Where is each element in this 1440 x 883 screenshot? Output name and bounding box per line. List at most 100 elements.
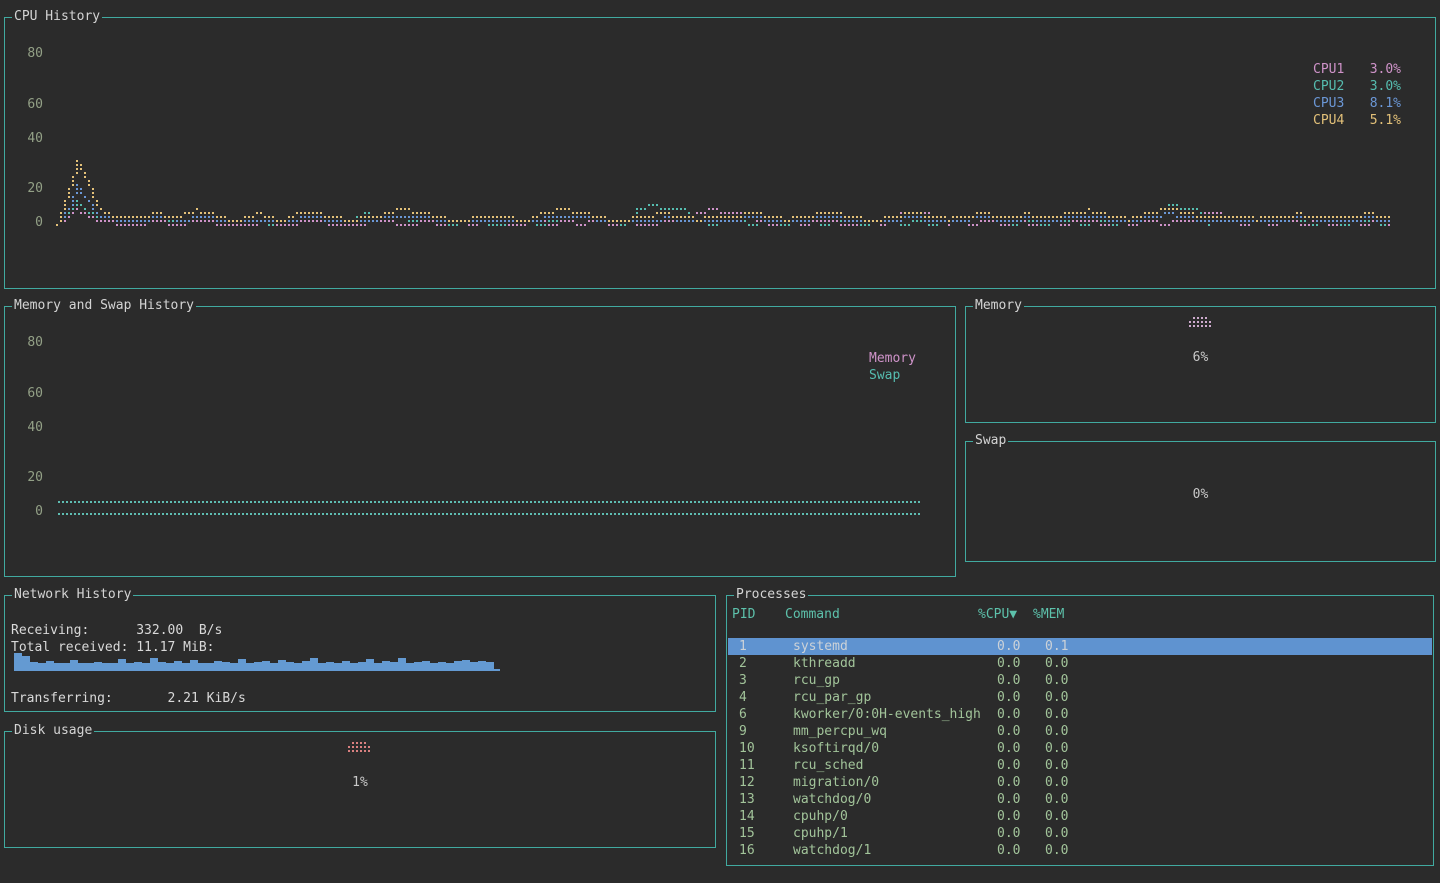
cpu-legend-value: 8.1% — [1370, 95, 1401, 112]
disk-gauge-icon — [348, 742, 372, 754]
cpu-legend-item: CPU1 3.0% — [1313, 61, 1401, 78]
y-tick-label: 80 — [13, 45, 43, 62]
memswap-history-graph — [58, 347, 922, 517]
column-header-pid[interactable]: PID — [732, 606, 755, 623]
process-pid: 3 — [739, 672, 747, 689]
column-header-mem[interactable]: %MEM — [1033, 606, 1064, 623]
process-command: kworker/0:0H-events_high — [793, 706, 981, 723]
process-mem: 0.0 — [1045, 706, 1068, 723]
memory-usage-value: 6% — [966, 349, 1435, 366]
process-mem: 0.0 — [1045, 825, 1068, 842]
memswap-legend-item: Swap — [869, 367, 916, 384]
process-mem: 0.0 — [1045, 689, 1068, 706]
memswap-history-title: Memory and Swap History — [12, 298, 196, 313]
cpu-legend-label: CPU4 — [1313, 112, 1344, 129]
column-header-cpu-sort-desc[interactable]: %CPU▼ — [978, 606, 1017, 623]
cpu-history-panel: CPU History 020406080 CPU13.0%CPU23.0%CP… — [4, 17, 1436, 289]
process-command: cpuhp/1 — [793, 825, 848, 842]
process-command: rcu_sched — [793, 757, 863, 774]
process-command: watchdog/0 — [793, 791, 871, 808]
process-command: migration/0 — [793, 774, 879, 791]
table-row-selected[interactable]: 1 systemd 0.0 0.1 — [728, 638, 1432, 655]
cpu-legend-value: 3.0% — [1370, 61, 1401, 78]
processes-title: Processes — [734, 587, 808, 602]
disk-usage-panel: Disk usage 1% — [4, 731, 716, 848]
processes-panel: Processes PID Command %CPU▼ %MEM 1system… — [726, 595, 1434, 866]
process-command: systemd — [793, 638, 848, 655]
table-row[interactable]: 3rcu_gp0.00.0 — [728, 672, 1432, 689]
process-mem: 0.0 — [1045, 791, 1068, 808]
process-cpu: 0.0 — [997, 689, 1020, 706]
table-row[interactable]: 2kthreadd0.00.0 — [728, 655, 1432, 672]
table-row[interactable]: 13watchdog/00.00.0 — [728, 791, 1432, 808]
swap-title: Swap — [973, 433, 1008, 448]
process-cpu: 0.0 — [997, 825, 1020, 842]
y-tick-label: 0 — [13, 214, 43, 231]
process-mem: 0.0 — [1045, 774, 1068, 791]
process-command: rcu_par_gp — [793, 689, 871, 706]
cpu-history-graph — [56, 38, 1392, 228]
process-command: cpuhp/0 — [793, 808, 848, 825]
process-pid: 4 — [739, 689, 747, 706]
cpu-legend-label: CPU2 — [1313, 78, 1344, 95]
swap-panel: Swap 0% — [965, 441, 1436, 562]
process-command: mm_percpu_wq — [793, 723, 887, 740]
process-cpu: 0.0 — [997, 757, 1020, 774]
y-tick-label: 40 — [13, 130, 43, 147]
y-tick-label: 60 — [13, 96, 43, 113]
cpu-legend-label: CPU3 — [1313, 95, 1344, 112]
process-pid: 15 — [739, 825, 755, 842]
table-row[interactable]: 4 rcu_par_gp 0.0 0.0 — [728, 689, 1432, 706]
process-mem: 0.0 — [1045, 740, 1068, 757]
cpu-legend: CPU1 3.0% CPU2 3.0% CPU3 8.1% CPU4 5.1% — [1313, 61, 1401, 129]
process-pid: 2 — [739, 655, 747, 672]
process-mem: 0.0 — [1045, 808, 1068, 825]
network-transferring-line: Transferring: 2.21 KiB/s — [11, 690, 246, 707]
memory-panel: Memory 6% — [965, 306, 1436, 423]
memory-gauge-icon — [1189, 317, 1213, 329]
table-row[interactable]: 6kworker/0:0H-events_high0.00.0 — [728, 706, 1432, 723]
y-tick-label: 20 — [13, 469, 43, 486]
swap-usage-value: 0% — [966, 486, 1435, 503]
process-pid: 10 — [739, 740, 755, 757]
process-cpu: 0.0 — [997, 638, 1020, 655]
table-row[interactable]: 15 cpuhp/1 0.0 0.0 — [728, 825, 1432, 842]
cpu-legend-label: CPU1 — [1313, 61, 1344, 78]
cpu-legend-item: CPU3 8.1% — [1313, 95, 1401, 112]
process-command: kthreadd — [793, 655, 856, 672]
process-command: watchdog/1 — [793, 842, 871, 859]
process-command: rcu_gp — [793, 672, 840, 689]
process-mem: 0.1 — [1045, 638, 1068, 655]
table-row[interactable]: 9mm_percpu_wq0.00.0 — [728, 723, 1432, 740]
y-tick-label: 80 — [13, 334, 43, 351]
process-pid: 14 — [739, 808, 755, 825]
process-cpu: 0.0 — [997, 774, 1020, 791]
network-receiving-line: Receiving: 332.00 B/s — [11, 622, 222, 639]
y-tick-label: 40 — [13, 419, 43, 436]
process-pid: 1 — [739, 638, 747, 655]
process-cpu: 0.0 — [997, 706, 1020, 723]
process-pid: 11 — [739, 757, 755, 774]
table-row[interactable]: 11 rcu_sched 0.0 0.0 — [728, 757, 1432, 774]
process-cpu: 0.0 — [997, 655, 1020, 672]
memswap-legend: MemorySwap — [869, 350, 916, 384]
table-row[interactable]: 16watchdog/10.00.0 — [728, 842, 1432, 859]
y-tick-label: 20 — [13, 180, 43, 197]
cpu-legend-value: 5.1% — [1370, 112, 1401, 129]
process-mem: 0.0 — [1045, 842, 1068, 859]
table-row[interactable]: 12migration/00.00.0 — [728, 774, 1432, 791]
cpu-legend-value: 3.0% — [1370, 78, 1401, 95]
table-row[interactable]: 10 ksoftirqd/0 0.0 0.0 — [728, 740, 1432, 757]
memswap-history-panel: Memory and Swap History 020406080 Memory… — [4, 306, 956, 577]
process-cpu: 0.0 — [997, 740, 1020, 757]
process-command: ksoftirqd/0 — [793, 740, 879, 757]
network-sparkline — [14, 652, 500, 671]
column-header-command[interactable]: Command — [785, 606, 840, 623]
process-cpu: 0.0 — [997, 723, 1020, 740]
process-mem: 0.0 — [1045, 757, 1068, 774]
process-cpu: 0.0 — [997, 791, 1020, 808]
process-mem: 0.0 — [1045, 723, 1068, 740]
cpu-history-title: CPU History — [12, 9, 102, 24]
table-row[interactable]: 14cpuhp/00.00.0 — [728, 808, 1432, 825]
cpu-legend-item: CPU2 3.0% — [1313, 78, 1401, 95]
